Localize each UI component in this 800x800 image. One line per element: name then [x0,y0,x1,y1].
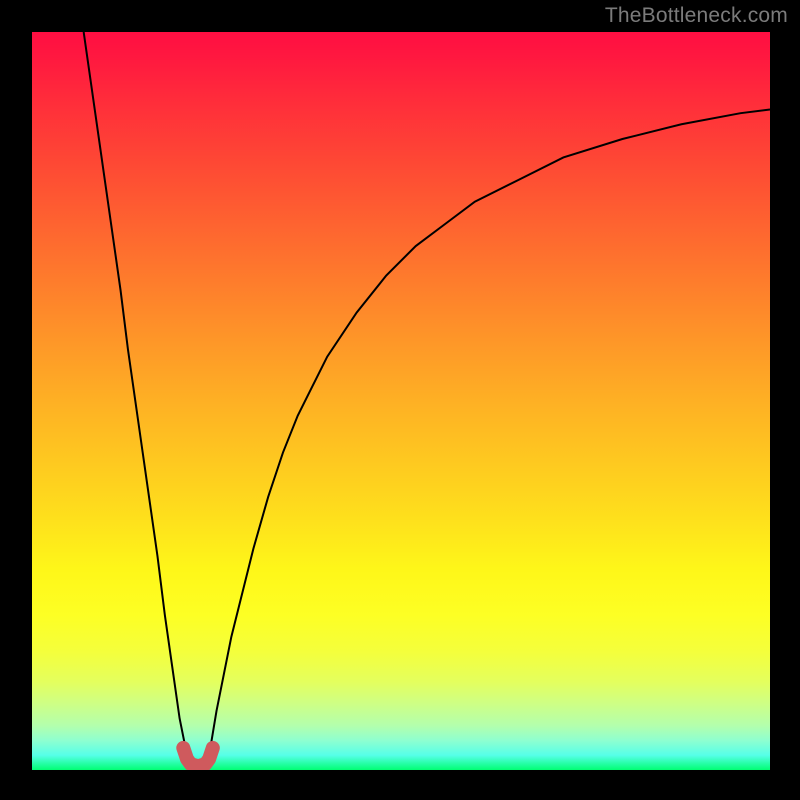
plot-area [32,32,770,770]
watermark-text: TheBottleneck.com [605,4,788,28]
curve-left-branch [84,32,191,770]
curve-right-branch [205,109,770,770]
chart-svg [32,32,770,770]
chart-frame: TheBottleneck.com [0,0,800,800]
minimum-marker [183,748,213,766]
